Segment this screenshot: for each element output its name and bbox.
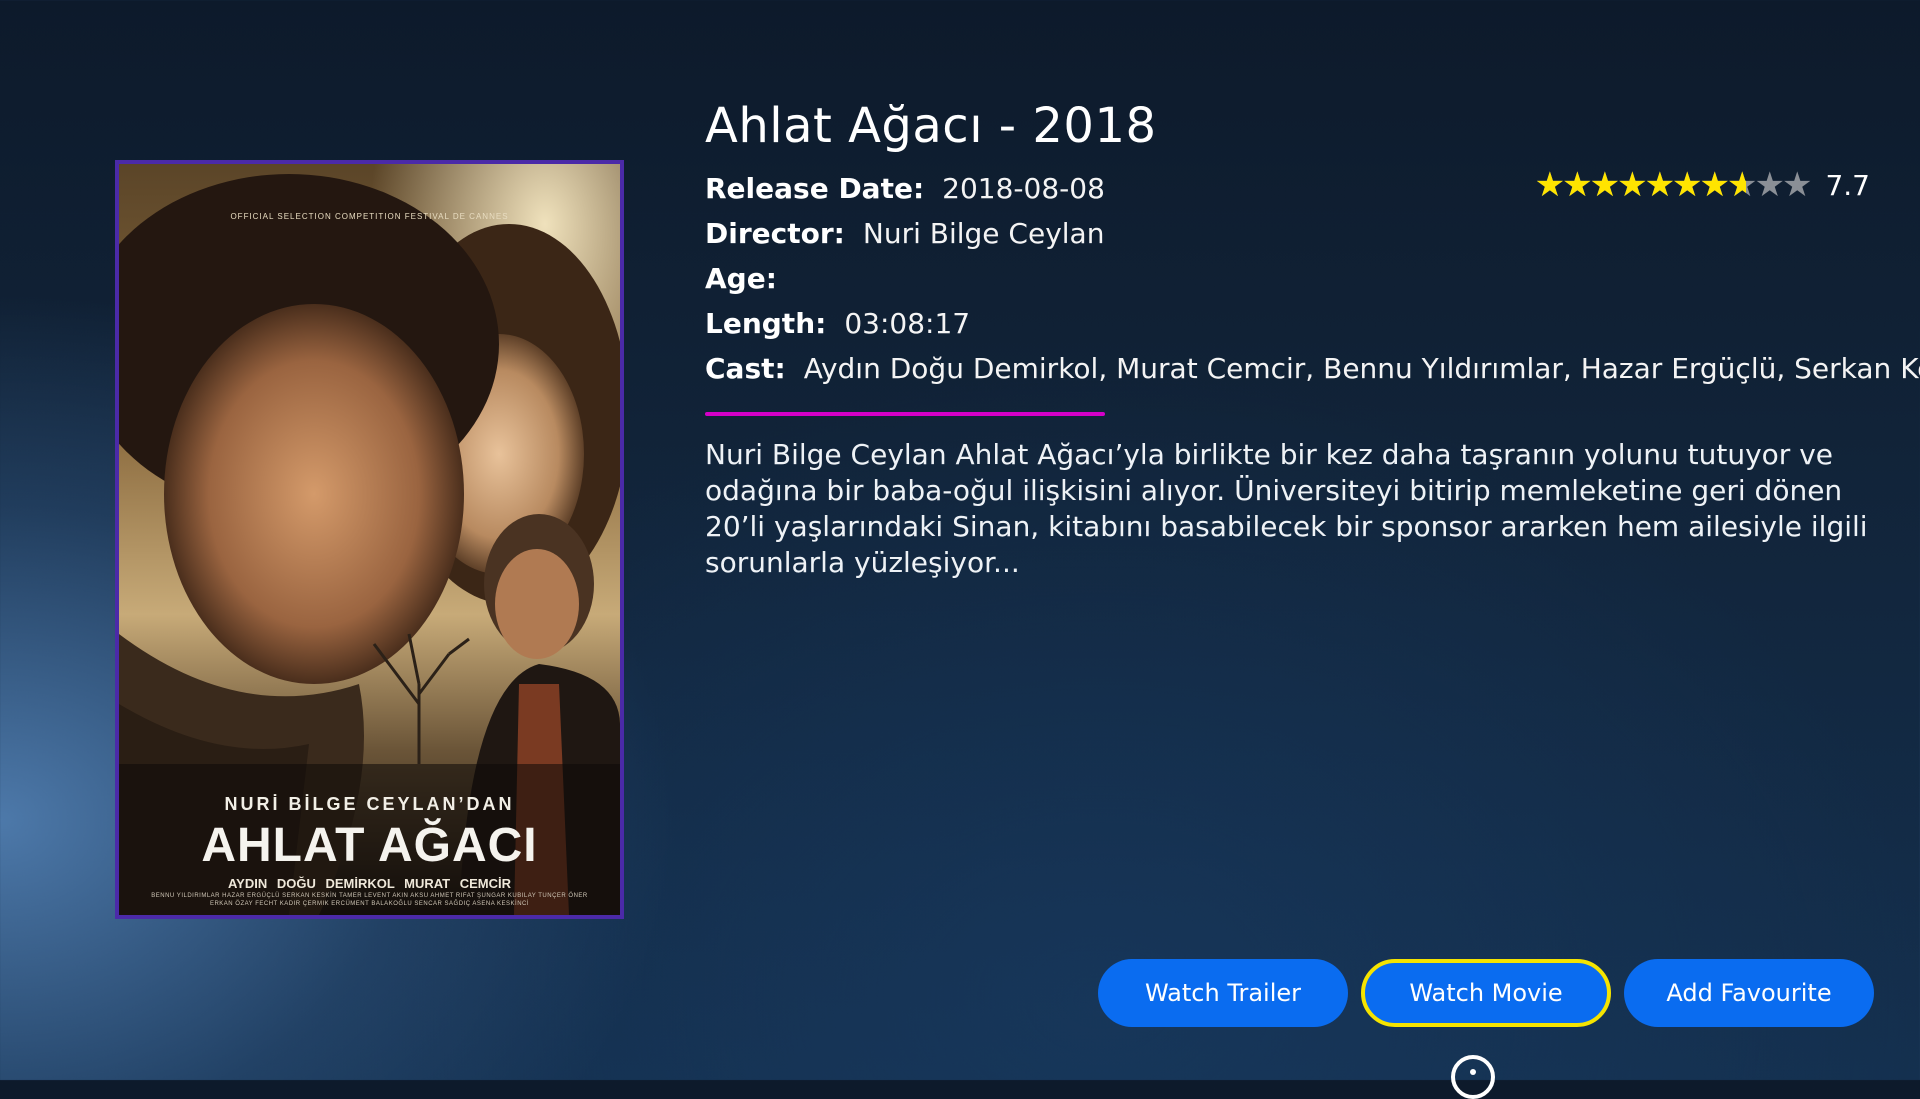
release-date-value: 2018-08-08 (942, 172, 1105, 205)
section-divider (705, 412, 1105, 416)
age-label: Age: (705, 262, 777, 295)
age-row: Age: (705, 262, 795, 295)
movie-title: Ahlat Ağacı - 2018 (705, 98, 1157, 154)
poster-festival-text: OFFICIAL SELECTION COMPETITION FESTIVAL … (230, 212, 509, 221)
cast-label: Cast: (705, 352, 786, 385)
director-row: Director: Nuri Bilge Ceylan (705, 217, 1104, 250)
poster-title: AHLAT AĞACI (201, 819, 538, 872)
release-date-label: Release Date: (705, 172, 925, 205)
star-rating-icon: ★★★★★★★★★★ ★★★★★★★★★★ (1534, 165, 1813, 205)
release-date-row: Release Date: 2018-08-08 (705, 172, 1105, 205)
length-value: 03:08:17 (844, 307, 971, 340)
rating-value: 7.7 (1825, 168, 1870, 202)
cast-value: Aydın Doğu Demirkol, Murat Cemcir, Bennu… (803, 352, 1920, 385)
add-favourite-button[interactable]: Add Favourite (1624, 959, 1874, 1027)
scroll-down-icon[interactable] (1451, 1055, 1495, 1099)
poster-leads: AYDIN DOĞU DEMİRKOL MURAT CEMCİR (227, 876, 512, 891)
poster-credits: BENNU YILDIRIMLAR HAZAR ERGÜÇLÜ SERKAN K… (151, 893, 588, 907)
movie-poster: OFFICIAL SELECTION COMPETITION FESTIVAL … (115, 160, 624, 919)
watch-trailer-button[interactable]: Watch Trailer (1098, 959, 1348, 1027)
watch-movie-button[interactable]: Watch Movie (1361, 959, 1611, 1027)
length-label: Length: (705, 307, 827, 340)
poster-director-line: NURİ BİLGE CEYLAN’DAN (224, 794, 515, 814)
cast-row: Cast: Aydın Doğu Demirkol, Murat Cemcir, … (705, 352, 1920, 385)
director-label: Director: (705, 217, 845, 250)
movie-description: Nuri Bilge Ceylan Ahlat Ağacı’yla birlik… (705, 438, 1868, 579)
rating: ★★★★★★★★★★ ★★★★★★★★★★ 7.7 (1535, 168, 1870, 202)
director-value: Nuri Bilge Ceylan (862, 217, 1105, 250)
length-row: Length: 03:08:17 (705, 307, 970, 340)
